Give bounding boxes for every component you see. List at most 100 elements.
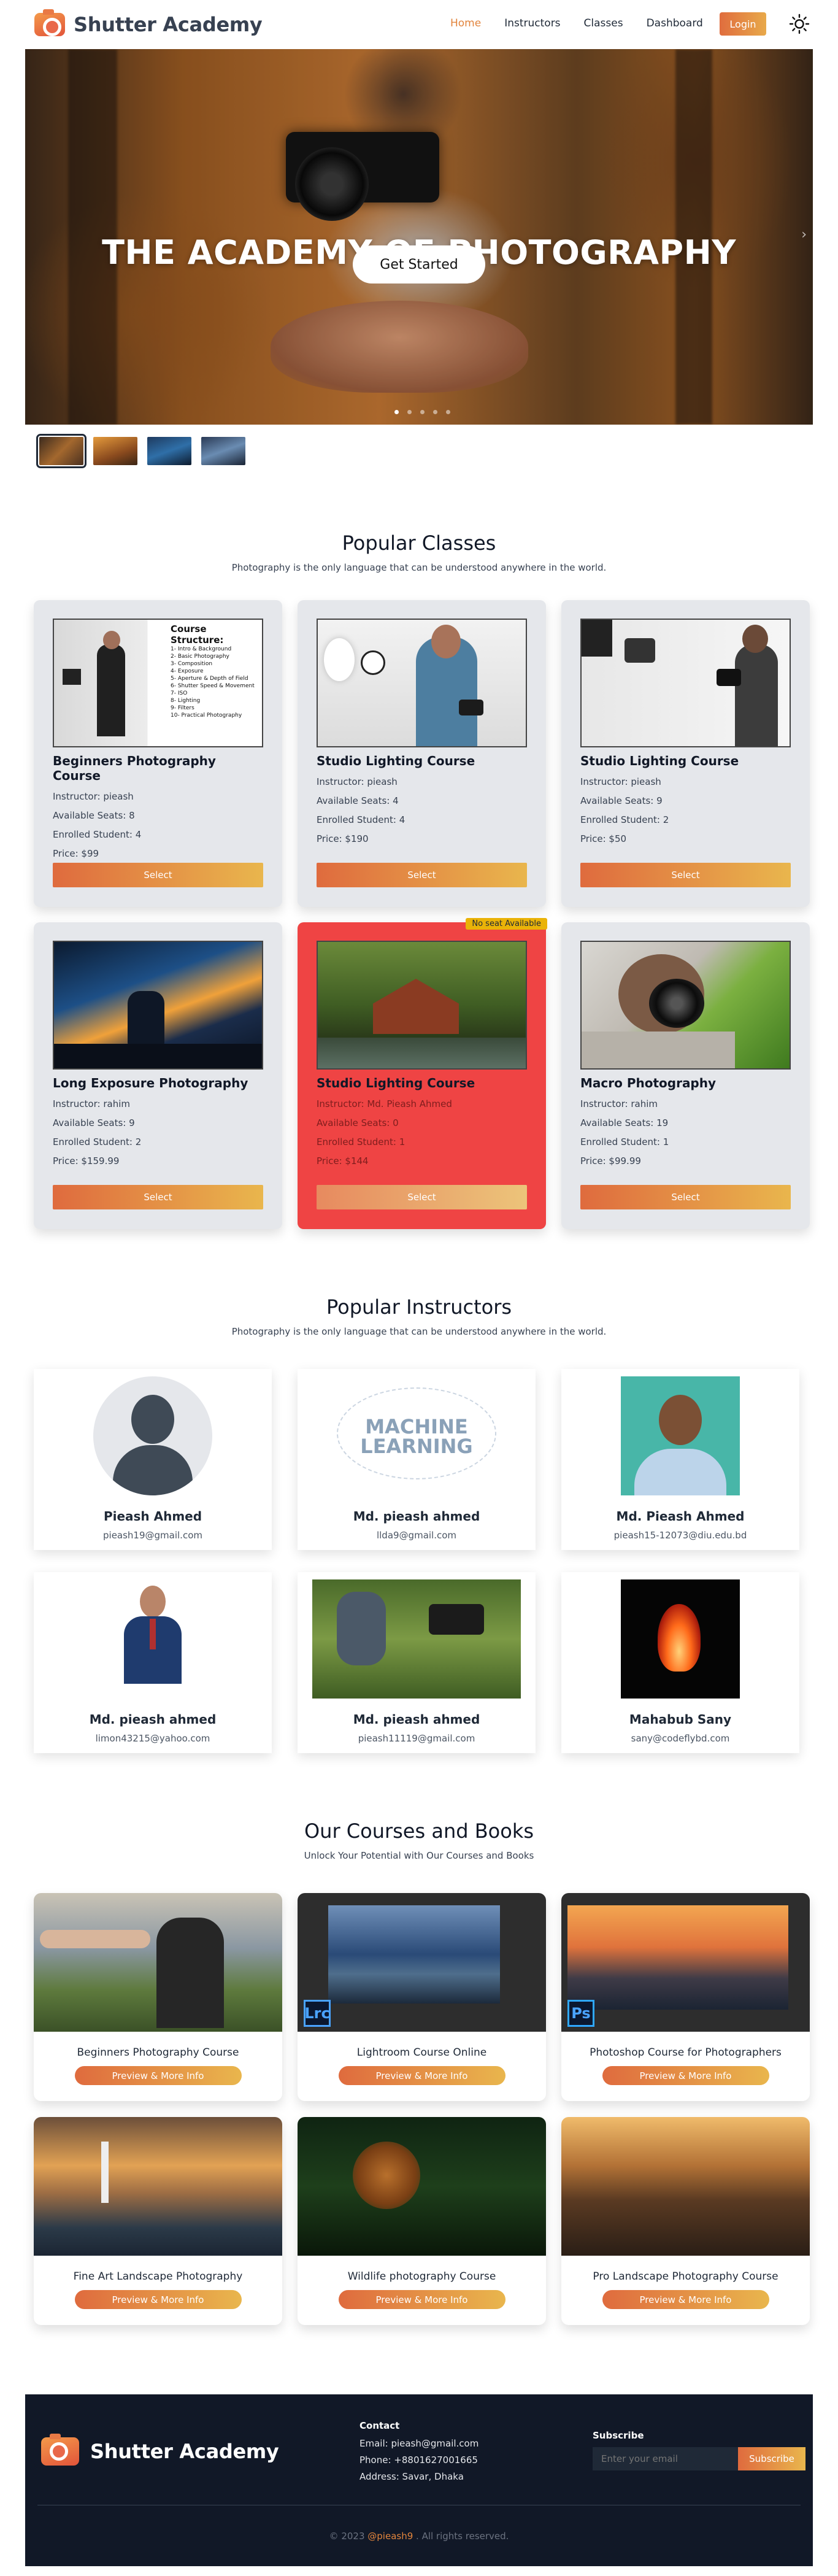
section-subtitle: Photography is the only language that ca… <box>231 562 607 573</box>
class-instructor: Instructor: pieash <box>317 776 398 787</box>
instructor-avatar <box>93 1376 212 1495</box>
section-subtitle: Unlock Your Potential with Our Courses a… <box>304 1850 534 1861</box>
carousel-dot[interactable] <box>446 410 450 414</box>
book-title: Wildlife photography Course <box>347 2270 496 2283</box>
book-grid: Beginners Photography Course Preview & M… <box>34 1893 838 2325</box>
footer-subscribe: Subscribe Subscribe <box>593 2430 805 2470</box>
camera-logo-icon <box>41 2434 79 2466</box>
instructor-card: MACHINE LEARNING Md. pieash ahmed llda9@g… <box>298 1369 536 1550</box>
class-image <box>580 941 791 1070</box>
photographer-figure <box>337 1592 386 1665</box>
subscribe-button[interactable]: Subscribe <box>738 2447 805 2470</box>
book-card: Fine Art Landscape Photography Preview &… <box>34 2117 282 2325</box>
contact-phone: Phone: +8801627001665 <box>359 2455 478 2466</box>
book-image <box>561 2117 810 2256</box>
class-seats: Available Seats: 4 <box>317 795 399 806</box>
lightroom-preview <box>328 1905 500 2003</box>
lighthouse <box>101 2142 109 2203</box>
softbox <box>582 620 612 657</box>
class-instructor: Instructor: rahim <box>53 1098 130 1109</box>
select-button-disabled[interactable]: Select <box>317 1185 527 1209</box>
class-seats: Available Seats: 0 <box>317 1117 399 1128</box>
nav-link-instructors[interactable]: Instructors <box>504 17 560 29</box>
brand[interactable]: Shutter Academy <box>34 9 263 36</box>
preview-button[interactable]: Preview & More Info <box>74 2066 242 2085</box>
class-card: Long Exposure Photography Instructor: ra… <box>34 922 282 1229</box>
select-button[interactable]: Select <box>53 1185 263 1209</box>
no-seat-badge: No seat Available <box>466 918 547 930</box>
carousel-dot[interactable] <box>433 410 437 414</box>
select-button[interactable]: Select <box>580 1185 791 1209</box>
footer-brand[interactable]: Shutter Academy <box>41 2434 279 2466</box>
studio-light <box>625 638 655 663</box>
instructor-avatar <box>312 1579 521 1699</box>
get-started-button[interactable]: Get Started <box>353 245 485 283</box>
hero-carousel[interactable]: THE ACADEMY OF PHOTOGRAPHY Get Started › <box>25 49 813 425</box>
fire <box>658 1604 701 1672</box>
studio-light <box>361 650 385 675</box>
instructor-card: Mahabub Sany sany@codeflybd.com <box>561 1572 799 1753</box>
section-title: Our Courses and Books <box>304 1819 534 1843</box>
nav-link-home[interactable]: Home <box>450 17 481 29</box>
instructor-name: Md. pieash ahmed <box>353 1509 480 1524</box>
instructor-card: Md. pieash ahmed pieash11119@gmail.com <box>298 1572 536 1753</box>
class-title: Beginners Photography Course <box>53 754 216 783</box>
select-button[interactable]: Select <box>317 863 527 887</box>
section-title: Popular Instructors <box>326 1295 512 1319</box>
instructor-email: pieash15-12073@diu.edu.bd <box>613 1530 747 1541</box>
preview-button[interactable]: Preview & More Info <box>602 2066 769 2085</box>
instructor-avatar: MACHINE LEARNING <box>312 1376 521 1495</box>
instructor-avatar <box>621 1376 740 1495</box>
thumbnail-1[interactable] <box>36 434 86 468</box>
carousel-dots <box>394 410 450 414</box>
preview-button[interactable]: Preview & More Info <box>338 2290 505 2309</box>
preview-button[interactable]: Preview & More Info <box>602 2290 769 2309</box>
class-title: Macro Photography <box>580 1076 717 1090</box>
photographer-figure <box>735 644 778 746</box>
book-image: Ps <box>561 1893 810 2032</box>
class-title: Studio Lighting Course <box>580 754 739 768</box>
photographer-head <box>742 625 768 653</box>
carousel-dot[interactable] <box>407 410 412 414</box>
footer-contact: Contact Email: pieash@gmail.com Phone: +… <box>359 2418 479 2485</box>
class-enrolled: Enrolled Student: 2 <box>53 1136 142 1147</box>
book-title: Beginners Photography Course <box>77 2046 239 2059</box>
class-image <box>580 619 791 747</box>
carousel-dot[interactable] <box>394 410 399 414</box>
instructor-email: llda9@gmail.com <box>376 1530 457 1541</box>
instructor-email: limon43215@yahoo.com <box>95 1733 210 1744</box>
copyright: © 2023 @pieash9 . All rights reserved. <box>329 2531 509 2542</box>
book-image <box>34 1893 282 2032</box>
shirt <box>582 1032 735 1068</box>
class-image <box>53 941 263 1070</box>
popular-classes-section: Popular Classes Photography is the only … <box>0 531 838 1229</box>
class-price: Price: $99 <box>53 848 99 859</box>
nav-link-classes[interactable]: Classes <box>584 17 623 29</box>
login-button[interactable]: Login <box>720 12 766 36</box>
select-button[interactable]: Select <box>53 863 263 887</box>
instructor-card: Md. Pieash Ahmed pieash15-12073@diu.edu.… <box>561 1369 799 1550</box>
book-card: Pro Landscape Photography Course Preview… <box>561 2117 810 2325</box>
arm <box>40 1930 150 1948</box>
class-price: Price: $99.99 <box>580 1155 641 1167</box>
chevron-right-icon[interactable]: › <box>801 227 807 242</box>
subscribe-email-input[interactable] <box>593 2447 738 2470</box>
preview-button[interactable]: Preview & More Info <box>74 2290 242 2309</box>
class-image <box>317 619 527 747</box>
carousel-dot[interactable] <box>420 410 425 414</box>
thumbnail-2[interactable] <box>93 437 137 465</box>
thumbnail-3[interactable] <box>147 437 191 465</box>
class-seats: Available Seats: 9 <box>53 1117 135 1128</box>
nav-link-dashboard[interactable]: Dashboard <box>647 17 703 29</box>
select-button[interactable]: Select <box>580 863 791 887</box>
class-seats: Available Seats: 8 <box>53 810 135 821</box>
section-subtitle: Photography is the only language that ca… <box>231 1326 607 1337</box>
contact-heading: Contact <box>359 2420 400 2431</box>
thumbnail-4[interactable] <box>201 437 245 465</box>
class-instructor: Instructor: Md. Pieash Ahmed <box>317 1098 452 1109</box>
preview-button[interactable]: Preview & More Info <box>338 2066 505 2085</box>
author-link[interactable]: @pieash9 <box>367 2531 413 2542</box>
photographer-head <box>103 631 120 649</box>
sun-icon[interactable] <box>789 13 810 34</box>
instructor-email: pieash19@gmail.com <box>103 1530 202 1541</box>
